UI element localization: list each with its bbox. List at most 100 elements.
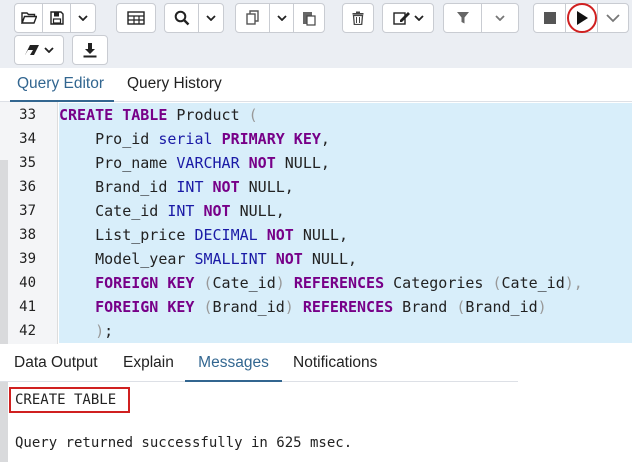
code-token: Brand xyxy=(393,298,457,316)
delete-button[interactable] xyxy=(343,4,373,32)
message-result: Query returned successfully in 625 msec. xyxy=(15,435,353,451)
sql-editor[interactable]: 33 CREATE TABLE Product ( 34 Pro_id serial… xyxy=(0,102,632,344)
code-token: Cate_id xyxy=(59,202,168,220)
code-token: NULL, xyxy=(230,202,285,220)
copy-icon xyxy=(245,10,259,25)
code-token: TABLE xyxy=(122,106,168,124)
code-token: NOT xyxy=(266,226,294,244)
filter-button[interactable] xyxy=(444,4,482,32)
code-line[interactable]: ); xyxy=(59,319,113,343)
delete-group xyxy=(342,3,374,33)
table-view-button[interactable] xyxy=(117,4,155,32)
code-token: NOT xyxy=(275,250,303,268)
code-token: NULL, xyxy=(293,226,348,244)
download-group xyxy=(72,35,108,65)
tab-notifications[interactable]: Notifications xyxy=(293,344,377,382)
query-toolbar xyxy=(0,0,632,68)
eraser-button[interactable] xyxy=(15,36,63,64)
folder-open-icon xyxy=(20,12,37,24)
edit-button[interactable] xyxy=(383,4,433,32)
chevron-down-icon xyxy=(206,15,216,21)
stop-button[interactable] xyxy=(534,4,566,32)
edit-icon xyxy=(392,12,410,25)
code-token: ( xyxy=(248,106,258,124)
file-group xyxy=(14,3,96,33)
code-token: VARCHAR xyxy=(176,154,240,172)
code-line[interactable]: FOREIGN KEY (Cate_id) REFERENCES Categor… xyxy=(59,271,583,295)
tab-data-output[interactable]: Data Output xyxy=(14,344,98,382)
code-token: List_price xyxy=(59,226,195,244)
download-icon xyxy=(83,43,97,58)
code-token: Cate_id xyxy=(212,274,276,292)
filter-icon xyxy=(456,12,469,24)
search-icon xyxy=(174,10,189,26)
explain-button[interactable] xyxy=(598,4,628,32)
execute-highlight-circle xyxy=(567,3,597,33)
code-line[interactable]: Brand_id INT NOT NULL, xyxy=(59,175,294,199)
trash-icon xyxy=(352,11,364,25)
code-line[interactable]: FOREIGN KEY (Brand_id) REFERENCES Brand … xyxy=(59,295,547,319)
code-line[interactable]: Model_year SMALLINT NOT NULL, xyxy=(59,247,357,271)
tab-explain[interactable]: Explain xyxy=(123,344,174,382)
tab-query-editor[interactable]: Query Editor xyxy=(10,68,114,102)
code-line[interactable]: CREATE TABLE Product ( xyxy=(59,103,258,127)
save-icon xyxy=(49,11,64,25)
line-number: 34 xyxy=(19,131,36,147)
line-number: 33 xyxy=(19,107,36,123)
copy-dropdown-button[interactable] xyxy=(270,4,294,32)
tab-messages[interactable]: Messages xyxy=(185,344,282,382)
code-token: Pro_name xyxy=(59,154,177,172)
code-token: ; xyxy=(104,322,114,340)
find-button[interactable] xyxy=(165,4,199,32)
filter-dropdown-button[interactable] xyxy=(482,4,518,32)
open-file-button[interactable] xyxy=(15,4,43,32)
code-line[interactable]: Pro_name VARCHAR NOT NULL, xyxy=(59,151,330,175)
view-group xyxy=(116,3,156,33)
code-token: ( xyxy=(203,298,213,316)
save-dropdown-button[interactable] xyxy=(71,4,95,32)
code-token: INT xyxy=(167,202,195,220)
chevron-down-icon xyxy=(413,15,424,21)
code-token: PRIMARY KEY xyxy=(221,130,321,148)
code-token: INT xyxy=(176,178,204,196)
clipboard-group xyxy=(235,3,325,33)
tab-query-history[interactable]: Query History xyxy=(127,68,222,102)
table-icon xyxy=(127,11,145,25)
code-token: Categories xyxy=(384,274,493,292)
code-token: Cate_id xyxy=(501,274,565,292)
code-line[interactable]: Pro_id serial PRIMARY KEY, xyxy=(59,127,330,151)
code-token: Product xyxy=(167,106,249,124)
left-scrollbar[interactable] xyxy=(0,160,8,462)
chevron-down-icon xyxy=(606,14,620,23)
chevron-down-icon xyxy=(276,15,287,21)
code-token: ) xyxy=(275,274,285,292)
code-token: serial xyxy=(158,130,213,148)
save-button[interactable] xyxy=(43,4,71,32)
code-token: ( xyxy=(203,274,213,292)
code-token: Model_year xyxy=(59,250,195,268)
code-token: NOT xyxy=(203,202,231,220)
download-button[interactable] xyxy=(73,36,107,64)
code-line[interactable]: List_price DECIMAL NOT NULL, xyxy=(59,223,348,247)
code-token: REFERENCES xyxy=(302,298,394,316)
edit-group xyxy=(382,3,434,33)
status-highlight-box xyxy=(9,387,130,413)
code-token: NULL, xyxy=(275,154,330,172)
code-token: Brand_id xyxy=(212,298,285,316)
find-dropdown-button[interactable] xyxy=(199,4,223,32)
code-token: REFERENCES xyxy=(293,274,385,292)
code-token: Pro_id xyxy=(59,130,159,148)
output-tabs: Data Output Explain Messages Notificatio… xyxy=(0,344,518,382)
find-group xyxy=(164,3,224,33)
code-line[interactable]: Cate_id INT NOT NULL, xyxy=(59,199,285,223)
code-token: FOREIGN KEY xyxy=(95,298,195,316)
paste-button[interactable] xyxy=(294,4,324,32)
copy-button[interactable] xyxy=(236,4,270,32)
code-token: SMALLINT xyxy=(194,250,267,268)
